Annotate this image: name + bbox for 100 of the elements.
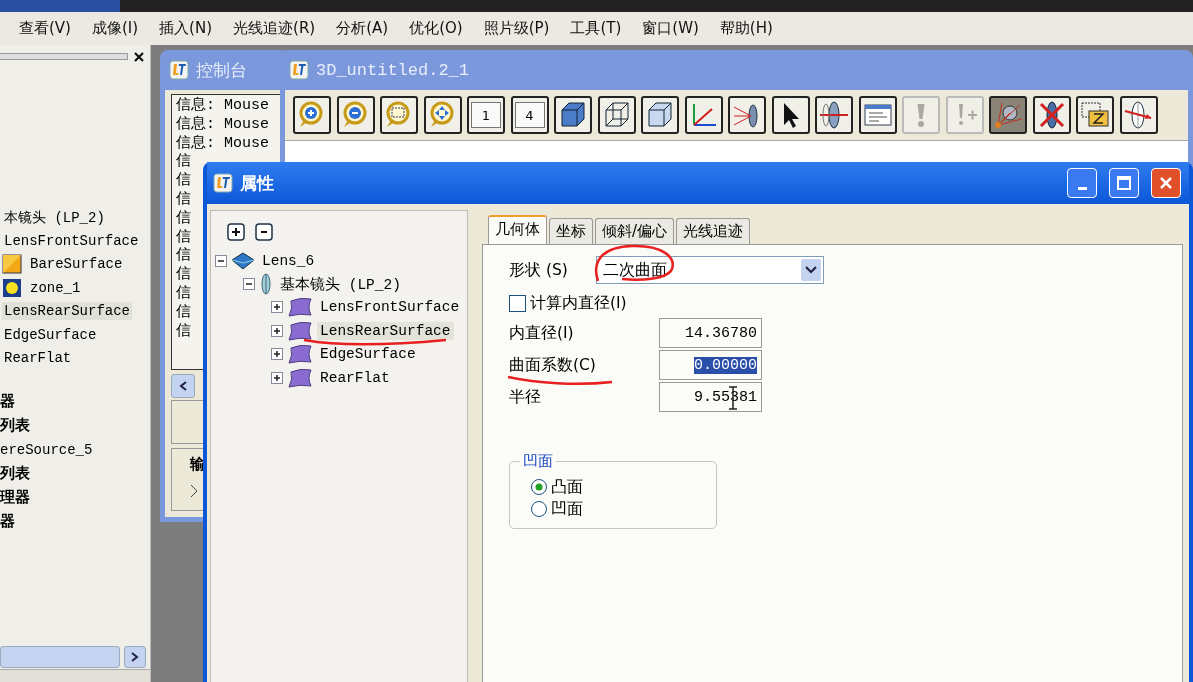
field-label: 半径	[509, 386, 542, 408]
collapse-all-icon[interactable]	[255, 223, 273, 241]
section-heading[interactable]: 理器	[0, 485, 150, 510]
tree-item[interactable]: ereSource_5	[0, 437, 150, 462]
field-label: 内直径(I)	[509, 322, 575, 344]
expand-icon[interactable]	[271, 348, 283, 361]
toolbar-button[interactable]	[641, 96, 679, 134]
log-line: 信	[176, 266, 191, 285]
tree-item[interactable]: 基本镜头 (LP_2)	[277, 273, 404, 295]
lens-icon	[818, 99, 850, 131]
window-title: 控制台	[196, 58, 247, 82]
tree-item[interactable]: LensRearSurface	[2, 302, 133, 321]
exclamation-icon	[917, 103, 925, 127]
expand-icon[interactable]	[271, 371, 283, 384]
tree-item[interactable]: BareSurface	[28, 255, 125, 274]
menu-item[interactable]: 优化(O)	[400, 17, 472, 40]
section-heading[interactable]: 器	[0, 389, 150, 414]
checkbox[interactable]	[509, 294, 526, 312]
tab[interactable]: 几何体	[488, 215, 547, 244]
radio-label: 凸面	[551, 476, 583, 498]
log-line: 信	[176, 247, 191, 266]
tree-item[interactable]: RearFlat	[2, 349, 74, 368]
chevron-right-icon	[131, 652, 139, 662]
close-icon	[1159, 176, 1173, 190]
tab[interactable]: 光线追迹	[676, 218, 751, 244]
expand-icon[interactable]	[271, 324, 283, 337]
toolbar-button[interactable]	[380, 96, 418, 134]
menu-item[interactable]: 查看(V)	[10, 17, 80, 40]
toolbar-button[interactable]	[1119, 96, 1158, 134]
surface-icon	[287, 320, 313, 341]
toolbar-button[interactable]	[728, 96, 766, 134]
app-logo-icon	[213, 173, 233, 193]
collapse-icon[interactable]	[215, 254, 227, 267]
scrollbar-thumb[interactable]	[0, 646, 120, 668]
toolbar-button[interactable]	[858, 96, 897, 134]
toolbar-button[interactable]	[1032, 96, 1071, 134]
expand-icon[interactable]	[271, 301, 283, 314]
radio-button[interactable]	[530, 478, 548, 496]
app-logo-icon	[289, 60, 309, 80]
tree-item[interactable]: LensFrontSurface	[2, 232, 141, 251]
menu-item[interactable]: 成像(I)	[82, 17, 148, 40]
log-line: 信息: Mouse	[176, 97, 269, 116]
menu-item[interactable]: 窗口(W)	[633, 17, 708, 40]
close-button[interactable]	[1151, 168, 1181, 198]
toolbar-button[interactable]	[597, 96, 636, 134]
toolbar-button[interactable]	[815, 96, 853, 134]
maximize-button[interactable]	[1109, 168, 1139, 198]
log-line: 信	[176, 191, 191, 210]
radio-label: 凹面	[551, 498, 583, 520]
tree-item[interactable]: EdgeSurface	[2, 325, 99, 344]
diamond-icon	[231, 251, 255, 270]
toolbar-button[interactable]	[989, 96, 1027, 134]
menu-item[interactable]: 分析(A)	[327, 17, 398, 40]
dialog-title: 属性	[240, 171, 274, 195]
toolbar-button[interactable]: 1	[467, 96, 505, 134]
menu-item[interactable]: 插入(N)	[150, 17, 222, 40]
toolbar-button[interactable]	[1076, 96, 1114, 134]
section-heading[interactable]: 器	[0, 509, 150, 534]
tree-item[interactable]: 本镜头 (LP_2)	[2, 207, 107, 228]
expand-all-icon[interactable]	[227, 223, 245, 241]
minimize-button[interactable]	[1067, 168, 1097, 198]
toolbar-button[interactable]	[554, 96, 592, 134]
tree-item[interactable]: zone_1	[28, 278, 83, 297]
toolbar-button[interactable]	[293, 96, 331, 134]
shape-dropdown[interactable]: 二次曲面	[596, 256, 824, 284]
collapse-icon[interactable]	[243, 278, 255, 291]
toolbar-button[interactable]: 4	[510, 96, 549, 134]
surface-icon	[287, 297, 313, 318]
surface-icon	[287, 367, 313, 388]
tree-item[interactable]: EdgeSurface	[317, 345, 419, 364]
radio-button[interactable]	[530, 500, 548, 518]
tree-item[interactable]: Lens_6	[259, 251, 318, 270]
toolbar-button[interactable]	[423, 96, 462, 134]
scroll-right-button[interactable]	[124, 646, 146, 668]
menu-item[interactable]: 照片级(P)	[474, 17, 559, 40]
section-heading[interactable]: 列表	[0, 461, 150, 486]
close-icon[interactable]	[134, 51, 144, 62]
maximize-icon	[1117, 176, 1131, 190]
toolbar-button[interactable]	[771, 96, 810, 134]
tab[interactable]: 坐标	[549, 218, 593, 244]
square-icon	[2, 254, 22, 275]
tree-item[interactable]: LensFrontSurface	[317, 298, 463, 317]
number-field[interactable]: 0.00000	[659, 350, 762, 380]
tab[interactable]: 倾斜/偏心	[595, 218, 675, 244]
number-field[interactable]: 14.36780	[659, 318, 762, 348]
toolbar-button[interactable]	[684, 96, 723, 134]
tree-item[interactable]: LensRearSurface	[317, 321, 454, 340]
log-line: 信	[176, 209, 191, 229]
tree-item[interactable]: RearFlat	[317, 368, 393, 387]
menu-item[interactable]: 光线追迹(R)	[224, 17, 325, 40]
surface-icon	[287, 344, 313, 365]
section-heading[interactable]: 列表	[0, 413, 150, 438]
panel-grip[interactable]	[0, 53, 128, 60]
toolbar-button[interactable]	[336, 96, 375, 134]
chevron-down-icon	[805, 266, 817, 274]
log-line: 信	[176, 172, 191, 191]
menu-item[interactable]: 工具(T)	[561, 17, 631, 40]
log-line: 信	[176, 284, 191, 304]
scroll-left-button[interactable]	[171, 374, 195, 398]
menu-item[interactable]: 帮助(H)	[710, 17, 782, 40]
